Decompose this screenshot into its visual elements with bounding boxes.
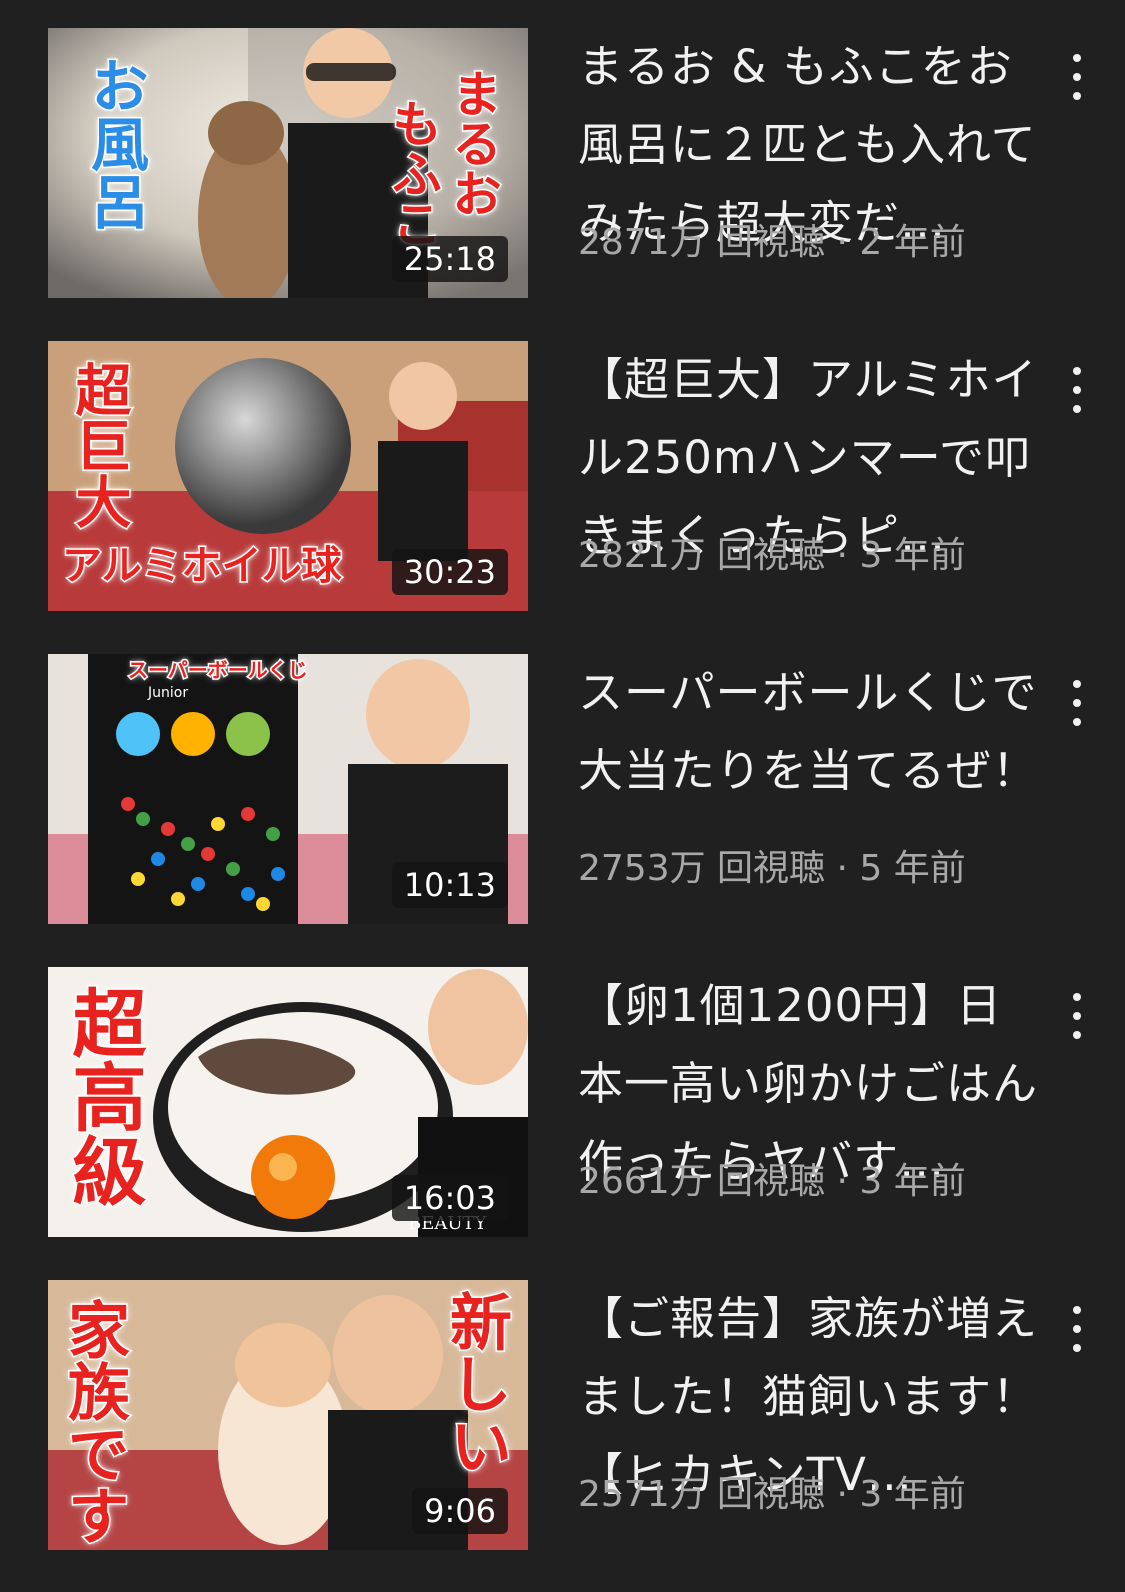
view-count: 2821万 回視聴 [578,535,826,576]
duration-badge: 30:23 [391,549,508,595]
more-vert-icon[interactable] [1055,355,1099,425]
thumb-caption: 家族です [56,1297,132,1548]
video-meta: 2753万 回視聴 · 5 年前 [578,846,966,892]
meta-separator: · [825,848,860,889]
view-count: 2571万 回視聴 [578,1474,826,1515]
thumb-caption: Junior [148,685,189,701]
video-thumbnail[interactable]: スーパーボールくじ Junior 10:13 [48,654,528,924]
video-meta: 2571万 回視聴 · 3 年前 [578,1472,966,1518]
thumb-caption: もふこ [383,97,444,250]
duration-badge: 10:13 [391,862,508,908]
view-count: 2871万 回視聴 [578,222,826,263]
more-vert-icon[interactable] [1055,668,1099,738]
upload-age: 3 年前 [859,535,966,576]
thumb-caption: お風呂 [80,55,151,232]
thumb-caption: アルミホイル球 [61,543,344,589]
video-item[interactable]: 超高級 BEAUTY 16:03 【卵1個1200円】日本一高い卵かけごはん作っ… [0,967,1125,1237]
view-count: 2661万 回視聴 [578,1161,826,1202]
video-meta: 2661万 回視聴 · 3 年前 [578,1159,966,1205]
meta-separator: · [825,222,860,263]
video-meta: 2871万 回視聴 · 2 年前 [578,220,966,266]
video-list: お風呂 まるお もふこ 25:18 まるお & もふこをお風呂に２匹とも入れてみ… [0,0,1125,1592]
video-thumbnail[interactable]: 超巨大 アルミホイル球 30:23 [48,341,528,611]
thumb-caption: 超巨大 [65,360,133,531]
thumb-caption: スーパーボールくじ [127,658,310,682]
more-vert-icon[interactable] [1055,981,1099,1051]
thumb-caption: 新しい [438,1289,514,1478]
video-thumbnail[interactable]: 超高級 BEAUTY 16:03 [48,967,528,1237]
duration-badge: 16:03 [391,1175,508,1221]
video-thumbnail[interactable]: お風呂 まるお もふこ 25:18 [48,28,528,298]
video-item[interactable]: お風呂 まるお もふこ 25:18 まるお & もふこをお風呂に２匹とも入れてみ… [0,28,1125,298]
upload-age: 3 年前 [859,1161,966,1202]
video-item[interactable]: 超巨大 アルミホイル球 30:23 【超巨大】アルミホイル250mハンマーで叩き… [0,341,1125,611]
view-count: 2753万 回視聴 [578,848,826,889]
upload-age: 3 年前 [859,1474,966,1515]
thumb-caption: 超高級 [59,984,148,1209]
more-vert-icon[interactable] [1055,42,1099,112]
meta-separator: · [825,1161,860,1202]
upload-age: 2 年前 [859,222,966,263]
meta-separator: · [825,1474,860,1515]
video-item[interactable]: 家族です 新しい 9:06 【ご報告】家族が増えました！猫飼います！【ヒカキンT… [0,1280,1125,1550]
video-thumbnail[interactable]: 家族です 新しい 9:06 [48,1280,528,1550]
thumb-caption: まるお [443,67,504,220]
upload-age: 5 年前 [859,848,966,889]
duration-badge: 25:18 [391,236,508,282]
video-item[interactable]: スーパーボールくじ Junior 10:13 スーパーボールくじで大当たりを当て… [0,654,1125,924]
duration-badge: 9:06 [412,1488,508,1534]
more-vert-icon[interactable] [1055,1294,1099,1364]
video-meta: 2821万 回視聴 · 3 年前 [578,533,966,579]
meta-separator: · [825,535,860,576]
